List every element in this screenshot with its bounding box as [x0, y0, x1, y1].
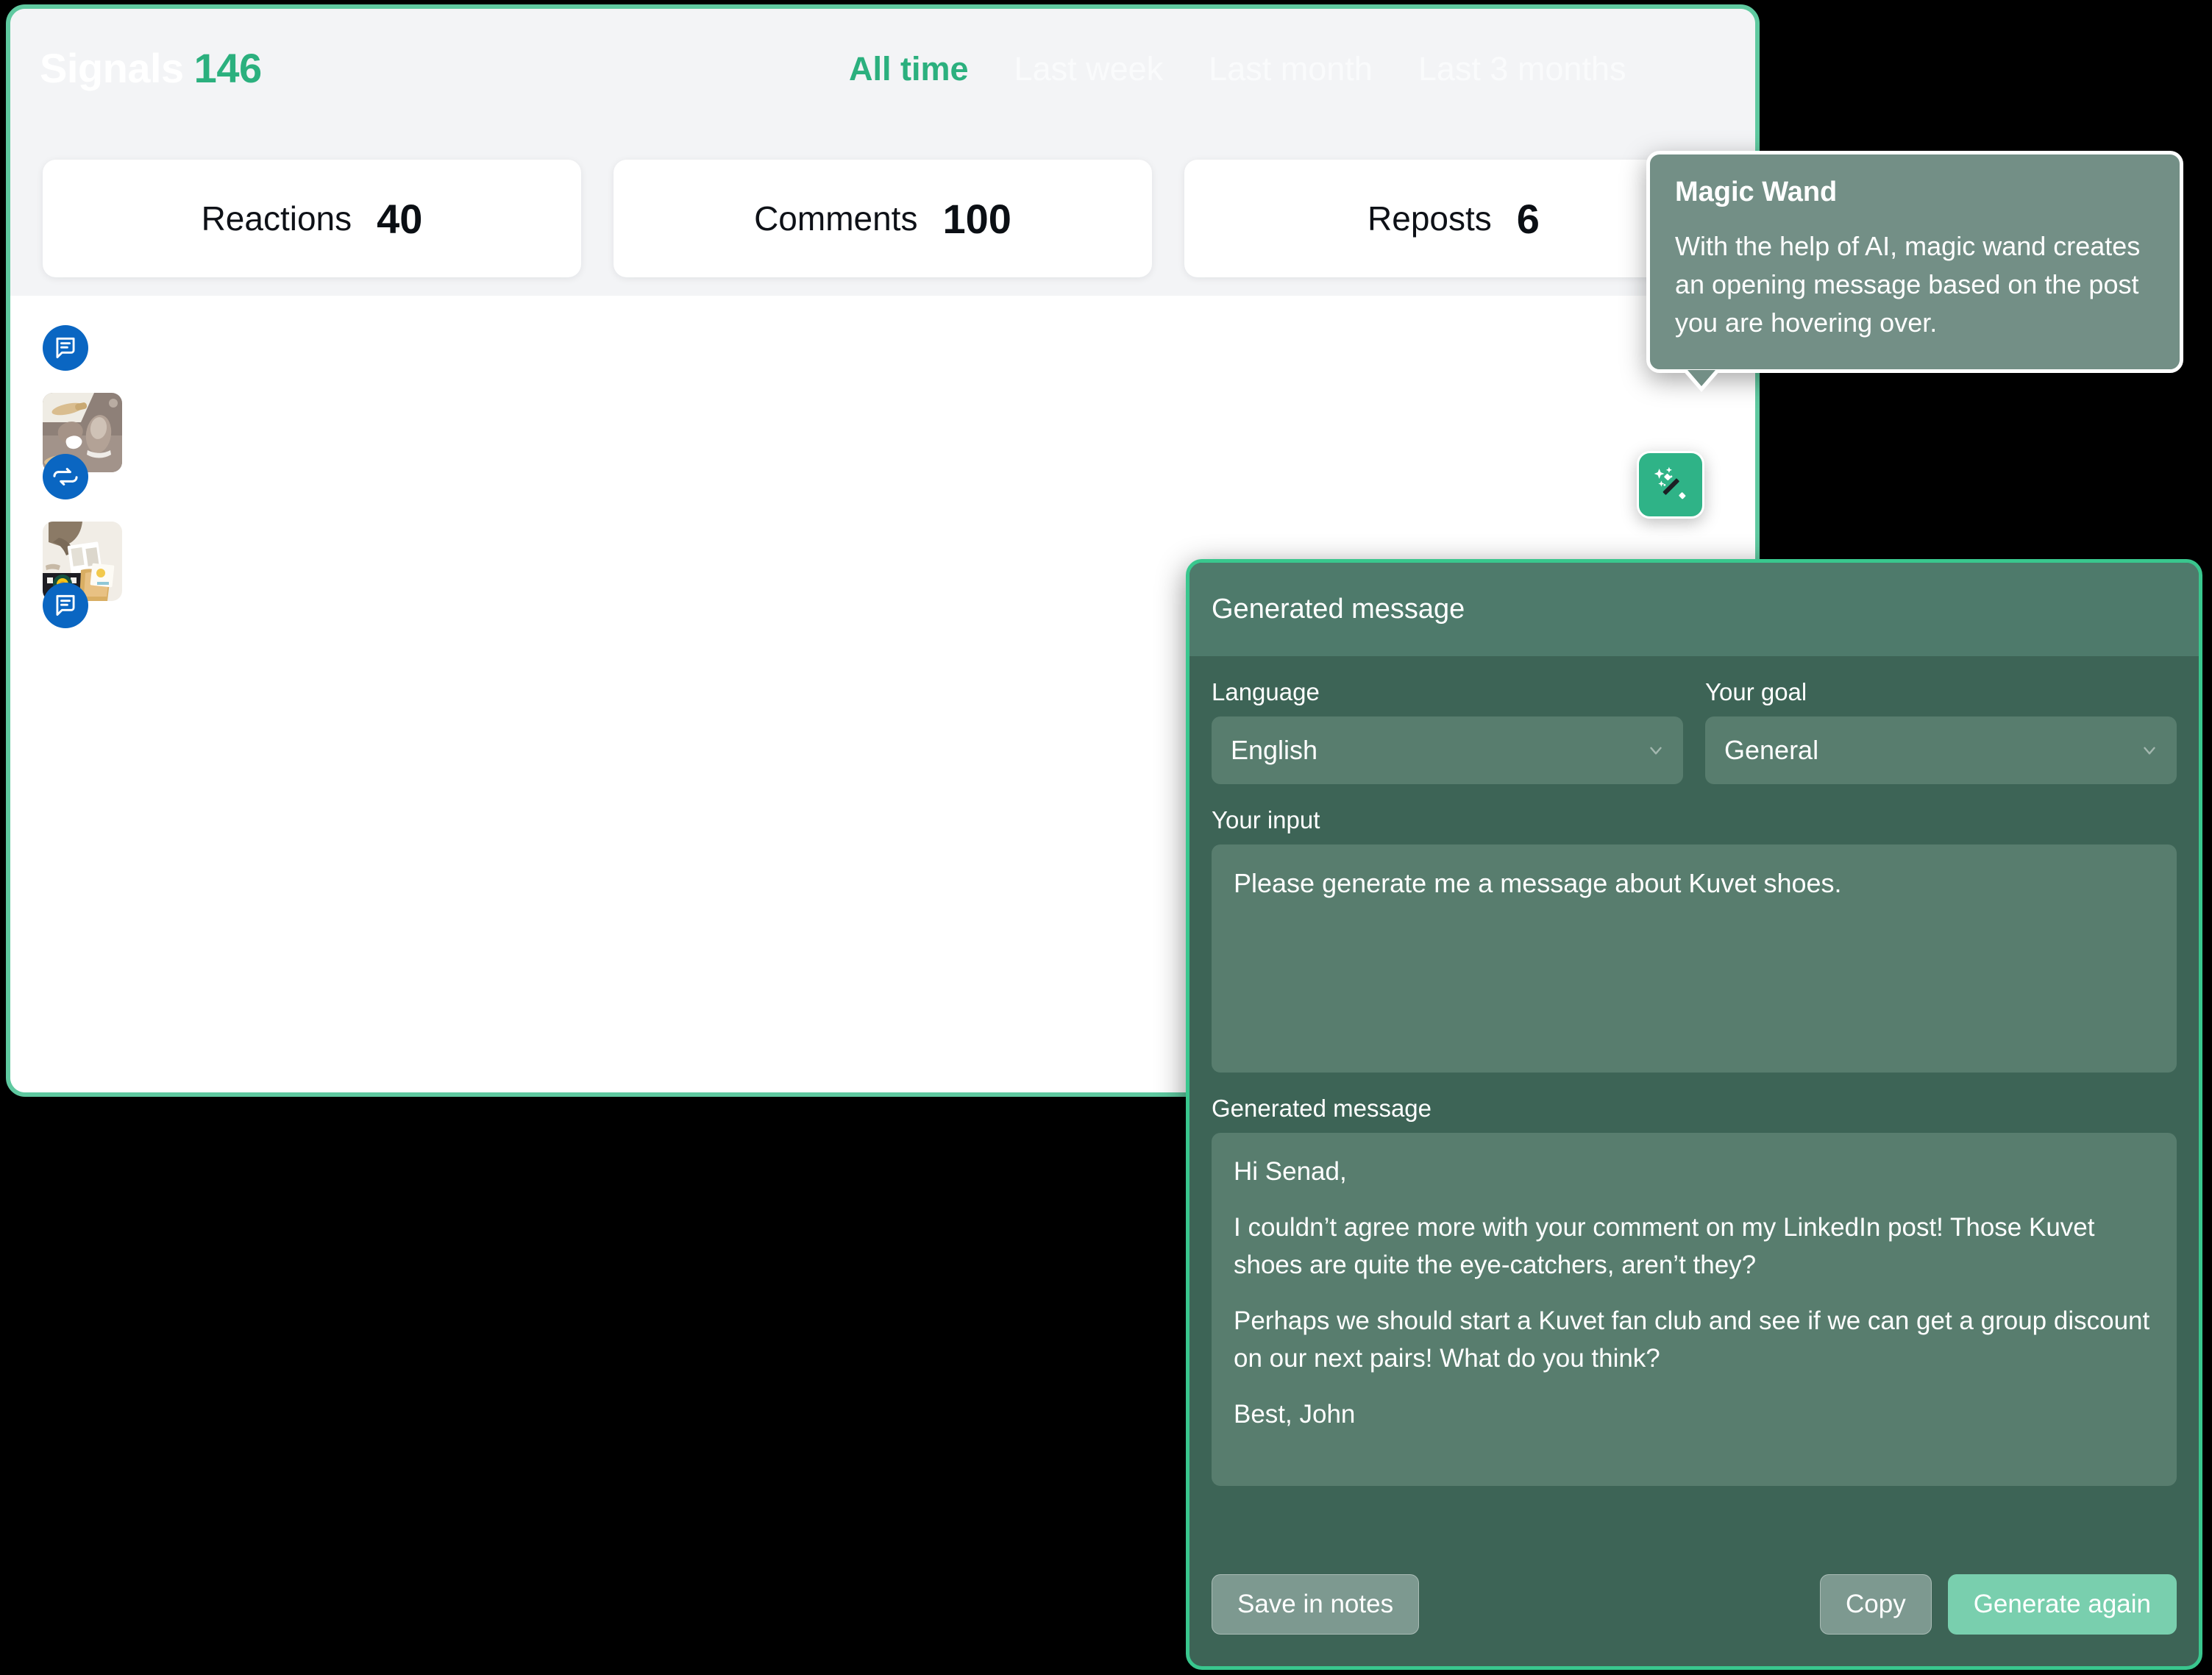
stat-card-comments: Comments 100	[614, 160, 1152, 277]
comment-icon	[43, 325, 88, 371]
stat-label: Reactions	[201, 199, 352, 238]
stat-value: 100	[942, 195, 1011, 242]
feed-item[interactable]	[43, 583, 88, 628]
screen: Signals 146 All time Last week Last month…	[0, 0, 2212, 1675]
tab-last-month[interactable]: Last month	[1209, 50, 1373, 88]
tab-all-time[interactable]: All time	[849, 50, 969, 88]
stat-card-reposts: Reposts 6	[1184, 160, 1723, 277]
goal-select-value: General	[1724, 735, 1819, 765]
brand-name: Signals	[40, 45, 184, 91]
panel-action-bar: Save in notes Copy Generate again	[1189, 1543, 2199, 1666]
stat-label: Comments	[754, 199, 918, 238]
tooltip-title: Magic Wand	[1675, 177, 1838, 207]
generated-message-paragraph: I couldn’t agree more with your comment …	[1234, 1213, 2095, 1279]
magic-wand-icon	[1654, 466, 1686, 499]
tab-last-week[interactable]: Last week	[1014, 50, 1164, 88]
magic-wand-tooltip: Magic Wand With the help of AI, magic wa…	[1646, 151, 2183, 392]
language-select[interactable]: English	[1212, 716, 1683, 784]
generated-message-panel: Generated message Language English Your …	[1186, 559, 2202, 1670]
generate-again-button[interactable]: Generate again	[1947, 1574, 2177, 1635]
signals-count: 146	[193, 45, 262, 91]
language-label: Language	[1212, 678, 1320, 705]
copy-button[interactable]: Copy	[1819, 1574, 1932, 1635]
time-range-tabs: All time Last week Last month Last 3 mon…	[849, 50, 1626, 88]
stat-label: Reposts	[1368, 199, 1492, 238]
panel-title: Generated message	[1212, 594, 1465, 625]
generated-message-panel-header: Generated message	[1189, 563, 2199, 656]
magic-wand-button[interactable]	[1637, 451, 1704, 519]
your-input-label: Your input	[1212, 806, 1320, 833]
page-title: Signals 146	[40, 44, 262, 92]
selector-row: Language English Your goal General	[1212, 678, 2177, 784]
chevron-down-icon	[2140, 741, 2159, 760]
generated-message-paragraph: Perhaps we should start a Kuvet fan club…	[1234, 1306, 2150, 1373]
your-input-textarea[interactable]: Please generate me a message about Kuvet…	[1212, 844, 2177, 1073]
language-select-value: English	[1231, 735, 1318, 765]
stat-cards: Reactions 40 Comments 100 Reposts 6	[10, 160, 1755, 277]
stat-value: 6	[1516, 195, 1540, 242]
signals-header: Signals 146 All time Last week Last month…	[10, 9, 1755, 296]
tooltip-body: With the help of AI, magic wand creates …	[1675, 231, 2141, 338]
goal-select[interactable]: General	[1705, 716, 2177, 784]
generated-message-paragraph: Best, John	[1234, 1399, 1356, 1429]
goal-field: Your goal General	[1705, 678, 2177, 784]
comment-icon	[43, 583, 88, 628]
language-field: Language English	[1212, 678, 1683, 784]
goal-label: Your goal	[1705, 678, 1807, 705]
repost-icon	[43, 454, 88, 499]
generated-message-label: Generated message	[1212, 1095, 1432, 1122]
generated-message-panel-body: Language English Your goal General Your …	[1189, 656, 2199, 1486]
tab-last-3-months[interactable]: Last 3 months	[1418, 50, 1626, 88]
feed-item[interactable]	[43, 325, 122, 472]
feed-item[interactable]	[43, 454, 122, 601]
generated-message-output[interactable]: Hi Senad, I couldn’t agree more with you…	[1212, 1133, 2177, 1486]
stat-card-reactions: Reactions 40	[43, 160, 581, 277]
tooltip-arrow	[1682, 369, 1721, 392]
generated-message-paragraph: Hi Senad,	[1234, 1157, 1347, 1186]
generated-message-block: Generated message Hi Senad, I couldn’t a…	[1212, 1095, 2177, 1486]
chevron-down-icon	[1646, 741, 1665, 760]
stat-value: 40	[377, 195, 423, 242]
save-in-notes-button[interactable]: Save in notes	[1212, 1574, 1420, 1635]
your-input-block: Your input Please generate me a message …	[1212, 806, 2177, 1073]
